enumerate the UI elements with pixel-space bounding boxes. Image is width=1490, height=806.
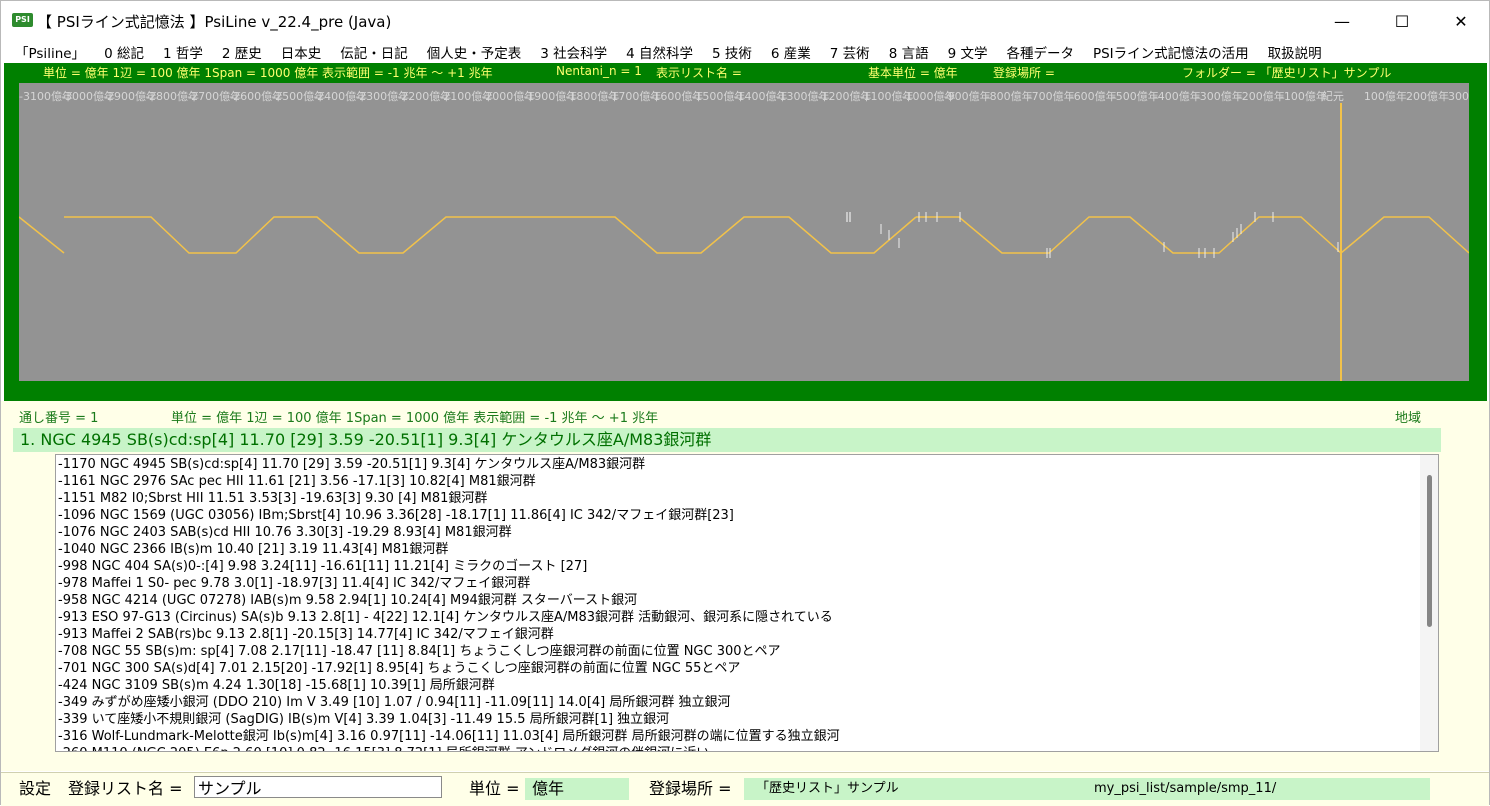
timeline-canvas[interactable]: -3100億年 -3000億年 -2900億年 -2800億年 -2700億年 -2600…	[19, 83, 1469, 381]
list-item[interactable]: -260 M110 (NGC 205) E6p 2.60 [10] 0.82 -…	[58, 745, 709, 751]
nentani-info: Nentani_n = 1	[556, 64, 642, 78]
maximize-button[interactable]: ☐	[1372, 1, 1432, 41]
menu-item-14[interactable]: 各種データ	[1006, 42, 1074, 62]
menu-item-1[interactable]: 0 総記	[104, 42, 144, 62]
menu-item-3[interactable]: 2 歴史	[222, 42, 262, 62]
list-item[interactable]: -1151 M82 I0;Sbrst HII 11.51 3.53[3] -19…	[58, 490, 487, 507]
list-item[interactable]: -1076 NGC 2403 SAB(s)cd HII 10.76 3.30[3…	[58, 524, 512, 541]
psi-line-segment	[19, 216, 65, 254]
minimize-button[interactable]: —	[1312, 1, 1372, 41]
menu-item-2[interactable]: 1 哲学	[163, 42, 203, 62]
list-item[interactable]: -1161 NGC 2976 SAc pec HII 11.61 [21] 3.…	[58, 473, 536, 490]
region-label: 地域	[1395, 411, 1422, 426]
panel-unit-info: 単位 = 億年 1辺 = 100 億年 1Span = 1000 億年 表示範囲…	[43, 66, 493, 80]
location-info: 登録場所 =	[993, 66, 1055, 80]
detail-unit-info: 単位 = 億年 1辺 = 100 億年 1Span = 1000 億年 表示範囲…	[171, 411, 659, 426]
serial-number: 通し番号 = 1	[19, 411, 99, 426]
menu-item-0[interactable]: 「Psiline」	[15, 42, 85, 62]
menu-item-11[interactable]: 7 芸術	[830, 42, 870, 62]
psi-line-panel: 単位 = 億年 1辺 = 100 億年 1Span = 1000 億年 表示範囲…	[4, 63, 1487, 401]
menu-item-5[interactable]: 伝記・日記	[340, 42, 408, 62]
list-name-label: 登録リスト名 =	[68, 779, 183, 798]
psi-app-icon: PSI	[12, 13, 33, 27]
psi-line-graph	[19, 103, 1469, 381]
unit-label: 単位 =	[469, 779, 520, 798]
menu-item-8[interactable]: 4 自然科学	[626, 42, 693, 62]
list-item[interactable]: -978 Maffei 1 S0- pec 9.78 3.0[1] -18.97…	[58, 575, 530, 592]
list-item[interactable]: -1040 NGC 2366 IB(s)m 10.40 [21] 3.19 11…	[58, 541, 448, 558]
panel-info-row: 単位 = 億年 1辺 = 100 億年 1Span = 1000 億年 表示範囲…	[4, 63, 1487, 81]
menu-item-15[interactable]: PSIライン式記憶法の活用	[1093, 42, 1249, 62]
selected-item-bar[interactable]: 1. NGC 4945 SB(s)cd:sp[4] 11.70 [29] 3.5…	[13, 428, 1441, 452]
psi-line-segment	[916, 216, 1469, 254]
list-item[interactable]: -701 NGC 300 SA(s)d[4] 7.01 2.15[20] -17…	[58, 660, 740, 677]
close-button[interactable]: ✕	[1431, 1, 1490, 41]
list-item[interactable]: -1096 NGC 1569 (UGC 03056) IBm;Sbrst[4] …	[58, 507, 734, 524]
list-item[interactable]: -1170 NGC 4945 SB(s)cd:sp[4] 11.70 [29] …	[58, 456, 645, 473]
list-item[interactable]: -913 Maffei 2 SAB(rs)bc 9.13 2.8[1] -20.…	[58, 626, 554, 643]
menu-item-12[interactable]: 8 言語	[889, 42, 929, 62]
menu-item-4[interactable]: 日本史	[281, 42, 322, 62]
bottom-settings-bar: 設定 登録リスト名 = 単位 = 億年 登録場所 = 「歴史リスト」サンプル m…	[1, 772, 1489, 806]
window-title: 【 PSIライン式記憶法 】PsiLine v_22.4_pre (Java)	[37, 13, 392, 31]
folder-info: フォルダー = 「歴史リスト」サンプル	[1182, 66, 1392, 80]
list-scrollbar[interactable]	[1420, 455, 1438, 751]
detail-panel: 通し番号 = 1 単位 = 億年 1辺 = 100 億年 1Span = 100…	[1, 401, 1489, 771]
list-item[interactable]: -958 NGC 4214 (UGC 07278) IAB(s)m 9.58 2…	[58, 592, 637, 609]
menu-item-9[interactable]: 5 技術	[712, 42, 752, 62]
list-item[interactable]: -349 みずがめ座矮小銀河 (DDO 210) Im V 3.49 [10] …	[58, 694, 731, 711]
event-list[interactable]: -1170 NGC 4945 SB(s)cd:sp[4] 11.70 [29] …	[55, 454, 1439, 752]
list-name-info: 表示リスト名 =	[656, 66, 742, 80]
unit-value: 億年	[525, 778, 629, 800]
psi-line-segment	[64, 216, 490, 254]
list-item[interactable]: -913 ESO 97-G13 (Circinus) SA(s)b 9.13 2…	[58, 609, 833, 626]
menu-item-10[interactable]: 6 産業	[771, 42, 811, 62]
detail-status-row: 通し番号 = 1 単位 = 億年 1辺 = 100 億年 1Span = 100…	[1, 407, 1489, 426]
menu-item-7[interactable]: 3 社会科学	[540, 42, 607, 62]
list-item[interactable]: -998 NGC 404 SA(s)0-:[4] 9.98 3.24[11] -…	[58, 558, 587, 575]
base-unit-info: 基本単位 = 億年	[868, 66, 958, 80]
menu-item-16[interactable]: 取扱説明	[1268, 42, 1322, 62]
location-value: 「歴史リスト」サンプル	[744, 778, 1430, 800]
menu-item-6[interactable]: 個人史・予定表	[427, 42, 522, 62]
psi-line-segment	[490, 216, 917, 254]
scrollbar-thumb[interactable]	[1427, 475, 1432, 627]
list-item[interactable]: -339 いて座矮小不規則銀河 (SagDIG) IB(s)m V[4] 3.3…	[58, 711, 669, 728]
location-label: 登録場所 =	[649, 779, 732, 798]
app-window: PSI 【 PSIライン式記憶法 】PsiLine v_22.4_pre (Ja…	[0, 0, 1490, 806]
menu-bar: 「Psiline」 0 総記 1 哲学 2 歴史 日本史 伝記・日記 個人史・予定表 3 社会…	[1, 41, 1489, 63]
title-bar: PSI 【 PSIライン式記憶法 】PsiLine v_22.4_pre (Ja…	[1, 1, 1489, 41]
list-item[interactable]: -316 Wolf-Lundmark-Melotte銀河 Ib(s)m[4] 3…	[58, 728, 840, 745]
list-name-input[interactable]	[194, 776, 442, 798]
menu-item-13[interactable]: 9 文学	[948, 42, 988, 62]
list-item[interactable]: -708 NGC 55 SB(s)m: sp[4] 7.08 2.17[11] …	[58, 643, 781, 660]
location-path: my_psi_list/sample/smp_11/	[1094, 781, 1277, 796]
list-item[interactable]: -424 NGC 3109 SB(s)m 4.24 1.30[18] -15.6…	[58, 677, 495, 694]
settings-button[interactable]: 設定	[19, 778, 51, 800]
